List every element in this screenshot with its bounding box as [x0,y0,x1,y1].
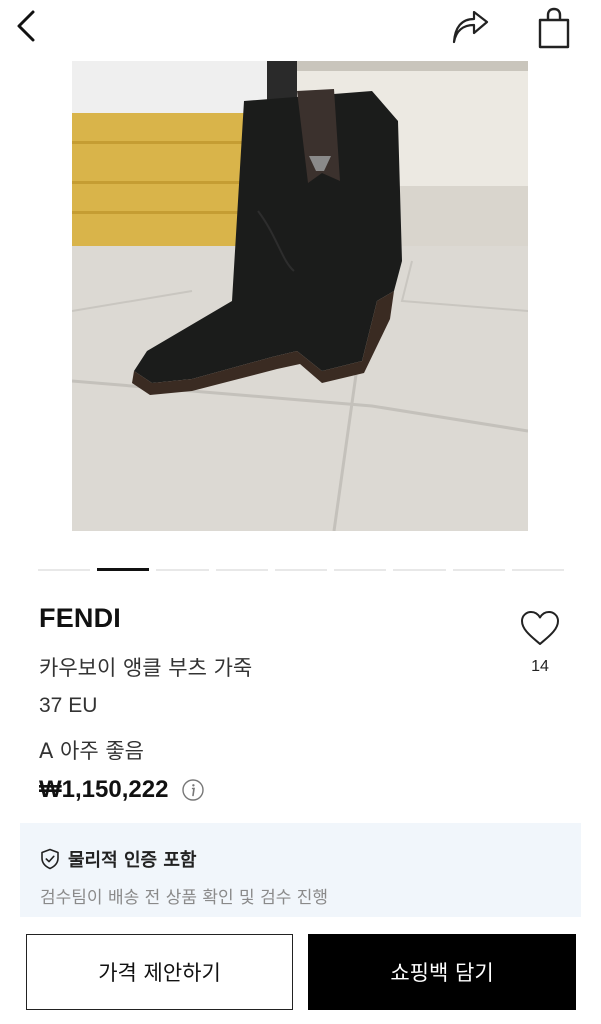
certification-description: 검수팀이 배송 전 상품 확인 및 검수 진행 [40,888,329,908]
pager-segment[interactable] [452,569,505,571]
product-name: 카우보이 앵클 부츠 가죽 [39,656,253,680]
share-arrow-icon [452,11,489,44]
back-button[interactable] [6,6,46,46]
product-image[interactable] [72,61,528,531]
certification-title-row: 물리적 인증 포함 [40,846,196,872]
like-section: 14 [516,606,564,676]
certification-title: 물리적 인증 포함 [68,850,197,871]
shield-check-icon [41,848,59,870]
shopping-bag-button[interactable] [532,4,576,52]
price-info-button[interactable] [182,779,205,801]
pager-segment[interactable] [38,569,91,571]
shopping-bag-icon [538,7,570,49]
product-price: ₩1,150,222 [39,776,169,803]
share-button[interactable] [448,6,492,50]
top-bar [0,0,601,56]
product-size: 37 EU [39,694,98,717]
pager-segment[interactable] [334,569,387,571]
chevron-left-icon [17,10,35,42]
pager-segment[interactable] [156,569,209,571]
like-button[interactable] [516,606,564,650]
product-condition: A 아주 좋음 [39,739,144,763]
pager-segment[interactable] [274,569,328,571]
pager-segment[interactable] [393,569,446,571]
like-count: 14 [531,658,549,675]
pager-segment[interactable] [511,569,564,571]
product-brand[interactable]: FENDI [39,603,121,634]
pager-segment[interactable] [215,569,268,571]
info-icon [182,779,205,801]
pager-segment-active[interactable] [97,568,150,571]
add-to-bag-button[interactable]: 쇼핑백 담기 [308,934,576,1010]
certification-box: 물리적 인증 포함 검수팀이 배송 전 상품 확인 및 검수 진행 [20,823,581,917]
heart-icon [521,611,559,645]
price-row: ₩1,150,222 [39,776,205,804]
price-offer-button[interactable]: 가격 제안하기 [26,934,293,1010]
gallery-pager [38,567,564,573]
product-photo-boot [72,61,528,531]
